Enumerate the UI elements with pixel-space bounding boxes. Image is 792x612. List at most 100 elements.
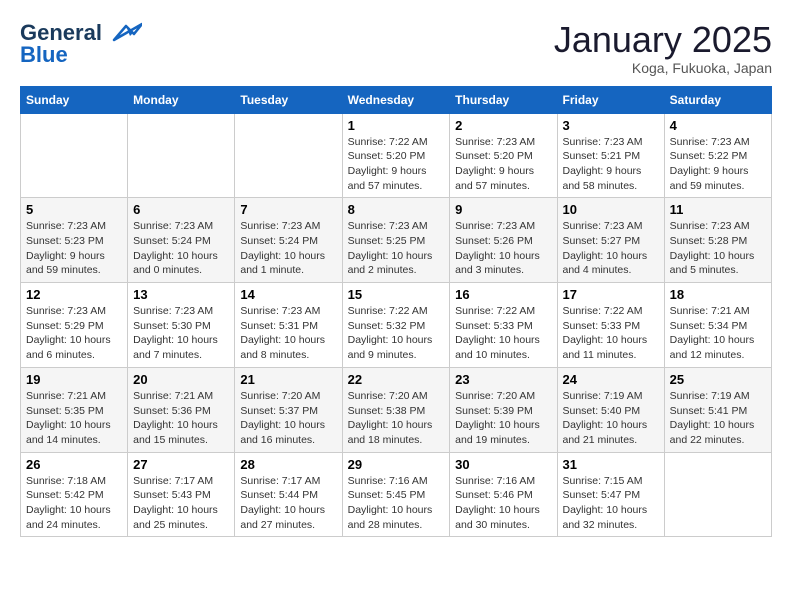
day-info: Sunrise: 7:20 AMSunset: 5:37 PMDaylight:… (240, 389, 336, 448)
day-info: Sunrise: 7:21 AMSunset: 5:36 PMDaylight:… (133, 389, 229, 448)
calendar-cell: 20 Sunrise: 7:21 AMSunset: 5:36 PMDayligh… (128, 367, 235, 452)
calendar-cell: 10 Sunrise: 7:23 AMSunset: 5:27 PMDayligh… (557, 198, 664, 283)
week-row-4: 19 Sunrise: 7:21 AMSunset: 5:35 PMDayligh… (21, 367, 772, 452)
day-info: Sunrise: 7:17 AMSunset: 5:43 PMDaylight:… (133, 474, 229, 533)
location: Koga, Fukuoka, Japan (554, 60, 772, 76)
day-number: 18 (670, 287, 766, 302)
day-number: 15 (348, 287, 445, 302)
calendar-cell: 4 Sunrise: 7:23 AMSunset: 5:22 PMDaylight… (664, 113, 771, 198)
calendar-cell: 23Sunrise: 7:20 AMSunset: 5:39 PMDayligh… (450, 367, 557, 452)
day-info: Sunrise: 7:16 AMSunset: 5:46 PMDaylight:… (455, 474, 551, 533)
day-number: 11 (670, 202, 766, 217)
calendar-cell (664, 452, 771, 537)
day-info: Sunrise: 7:23 AMSunset: 5:25 PMDaylight:… (348, 219, 445, 278)
calendar-cell: 26 Sunrise: 7:18 AMSunset: 5:42 PMDayligh… (21, 452, 128, 537)
day-number: 7 (240, 202, 336, 217)
month-title: January 2025 (554, 20, 772, 60)
day-number: 20 (133, 372, 229, 387)
calendar-cell: 15Sunrise: 7:22 AMSunset: 5:32 PMDayligh… (342, 283, 450, 368)
day-number: 8 (348, 202, 445, 217)
day-number: 28 (240, 457, 336, 472)
day-number: 9 (455, 202, 551, 217)
calendar-cell: 8 Sunrise: 7:23 AMSunset: 5:25 PMDaylight… (342, 198, 450, 283)
day-info: Sunrise: 7:15 AMSunset: 5:47 PMDaylight:… (563, 474, 659, 533)
calendar-cell: 29 Sunrise: 7:16 AMSunset: 5:45 PMDayligh… (342, 452, 450, 537)
day-number: 6 (133, 202, 229, 217)
weekday-header-row: SundayMondayTuesdayWednesdayThursdayFrid… (21, 86, 772, 113)
calendar-cell: 18 Sunrise: 7:21 AMSunset: 5:34 PMDayligh… (664, 283, 771, 368)
calendar-cell: 12Sunrise: 7:23 AMSunset: 5:29 PMDayligh… (21, 283, 128, 368)
calendar-cell (235, 113, 342, 198)
day-info: Sunrise: 7:20 AMSunset: 5:38 PMDaylight:… (348, 389, 445, 448)
day-number: 23 (455, 372, 551, 387)
day-info: Sunrise: 7:23 AMSunset: 5:26 PMDaylight:… (455, 219, 551, 278)
day-info: Sunrise: 7:23 AMSunset: 5:21 PMDaylight:… (563, 135, 659, 194)
day-info: Sunrise: 7:23 AMSunset: 5:22 PMDaylight:… (670, 135, 766, 194)
day-number: 3 (563, 118, 659, 133)
calendar-cell: 9 Sunrise: 7:23 AMSunset: 5:26 PMDaylight… (450, 198, 557, 283)
day-number: 12 (26, 287, 122, 302)
calendar-cell: 14 Sunrise: 7:23 AMSunset: 5:31 PMDayligh… (235, 283, 342, 368)
day-info: Sunrise: 7:23 AMSunset: 5:24 PMDaylight:… (240, 219, 336, 278)
day-info: Sunrise: 7:22 AMSunset: 5:33 PMDaylight:… (455, 304, 551, 363)
calendar-cell: 7 Sunrise: 7:23 AMSunset: 5:24 PMDaylight… (235, 198, 342, 283)
logo-bird-icon (104, 22, 142, 44)
day-number: 16 (455, 287, 551, 302)
day-info: Sunrise: 7:17 AMSunset: 5:44 PMDaylight:… (240, 474, 336, 533)
calendar-cell (128, 113, 235, 198)
day-info: Sunrise: 7:16 AMSunset: 5:45 PMDaylight:… (348, 474, 445, 533)
weekday-header-tuesday: Tuesday (235, 86, 342, 113)
day-number: 2 (455, 118, 551, 133)
day-info: Sunrise: 7:19 AMSunset: 5:41 PMDaylight:… (670, 389, 766, 448)
calendar-cell: 6 Sunrise: 7:23 AMSunset: 5:24 PMDaylight… (128, 198, 235, 283)
day-number: 19 (26, 372, 122, 387)
week-row-3: 12Sunrise: 7:23 AMSunset: 5:29 PMDayligh… (21, 283, 772, 368)
day-info: Sunrise: 7:23 AMSunset: 5:28 PMDaylight:… (670, 219, 766, 278)
day-number: 22 (348, 372, 445, 387)
day-info: Sunrise: 7:19 AMSunset: 5:40 PMDaylight:… (563, 389, 659, 448)
calendar-cell: 19 Sunrise: 7:21 AMSunset: 5:35 PMDayligh… (21, 367, 128, 452)
day-number: 25 (670, 372, 766, 387)
week-row-5: 26 Sunrise: 7:18 AMSunset: 5:42 PMDayligh… (21, 452, 772, 537)
logo: General Blue (20, 20, 142, 68)
weekday-header-saturday: Saturday (664, 86, 771, 113)
page-header: General Blue January 2025 Koga, Fukuoka,… (20, 20, 772, 76)
calendar-cell: 30Sunrise: 7:16 AMSunset: 5:46 PMDayligh… (450, 452, 557, 537)
day-number: 4 (670, 118, 766, 133)
day-number: 1 (348, 118, 445, 133)
day-info: Sunrise: 7:18 AMSunset: 5:42 PMDaylight:… (26, 474, 122, 533)
day-number: 21 (240, 372, 336, 387)
calendar-cell: 22 Sunrise: 7:20 AMSunset: 5:38 PMDayligh… (342, 367, 450, 452)
calendar-cell (21, 113, 128, 198)
weekday-header-sunday: Sunday (21, 86, 128, 113)
day-info: Sunrise: 7:22 AMSunset: 5:33 PMDaylight:… (563, 304, 659, 363)
day-info: Sunrise: 7:23 AMSunset: 5:20 PMDaylight:… (455, 135, 551, 194)
day-info: Sunrise: 7:23 AMSunset: 5:30 PMDaylight:… (133, 304, 229, 363)
day-number: 29 (348, 457, 445, 472)
calendar-cell: 3 Sunrise: 7:23 AMSunset: 5:21 PMDaylight… (557, 113, 664, 198)
calendar-cell: 5Sunrise: 7:23 AMSunset: 5:23 PMDaylight… (21, 198, 128, 283)
day-number: 5 (26, 202, 122, 217)
title-block: January 2025 Koga, Fukuoka, Japan (554, 20, 772, 76)
day-info: Sunrise: 7:23 AMSunset: 5:27 PMDaylight:… (563, 219, 659, 278)
calendar-cell: 21 Sunrise: 7:20 AMSunset: 5:37 PMDayligh… (235, 367, 342, 452)
week-row-2: 5Sunrise: 7:23 AMSunset: 5:23 PMDaylight… (21, 198, 772, 283)
day-number: 14 (240, 287, 336, 302)
day-number: 10 (563, 202, 659, 217)
calendar-cell: 1Sunrise: 7:22 AMSunset: 5:20 PMDaylight… (342, 113, 450, 198)
calendar-cell: 16 Sunrise: 7:22 AMSunset: 5:33 PMDayligh… (450, 283, 557, 368)
calendar-cell: 11 Sunrise: 7:23 AMSunset: 5:28 PMDayligh… (664, 198, 771, 283)
day-info: Sunrise: 7:23 AMSunset: 5:24 PMDaylight:… (133, 219, 229, 278)
day-number: 13 (133, 287, 229, 302)
logo-blue: Blue (20, 42, 68, 68)
calendar-cell: 25 Sunrise: 7:19 AMSunset: 5:41 PMDayligh… (664, 367, 771, 452)
calendar-cell: 2 Sunrise: 7:23 AMSunset: 5:20 PMDaylight… (450, 113, 557, 198)
day-info: Sunrise: 7:23 AMSunset: 5:31 PMDaylight:… (240, 304, 336, 363)
day-info: Sunrise: 7:21 AMSunset: 5:35 PMDaylight:… (26, 389, 122, 448)
day-number: 26 (26, 457, 122, 472)
calendar-cell: 28 Sunrise: 7:17 AMSunset: 5:44 PMDayligh… (235, 452, 342, 537)
day-number: 17 (563, 287, 659, 302)
weekday-header-thursday: Thursday (450, 86, 557, 113)
calendar-cell: 31Sunrise: 7:15 AMSunset: 5:47 PMDayligh… (557, 452, 664, 537)
day-info: Sunrise: 7:21 AMSunset: 5:34 PMDaylight:… (670, 304, 766, 363)
